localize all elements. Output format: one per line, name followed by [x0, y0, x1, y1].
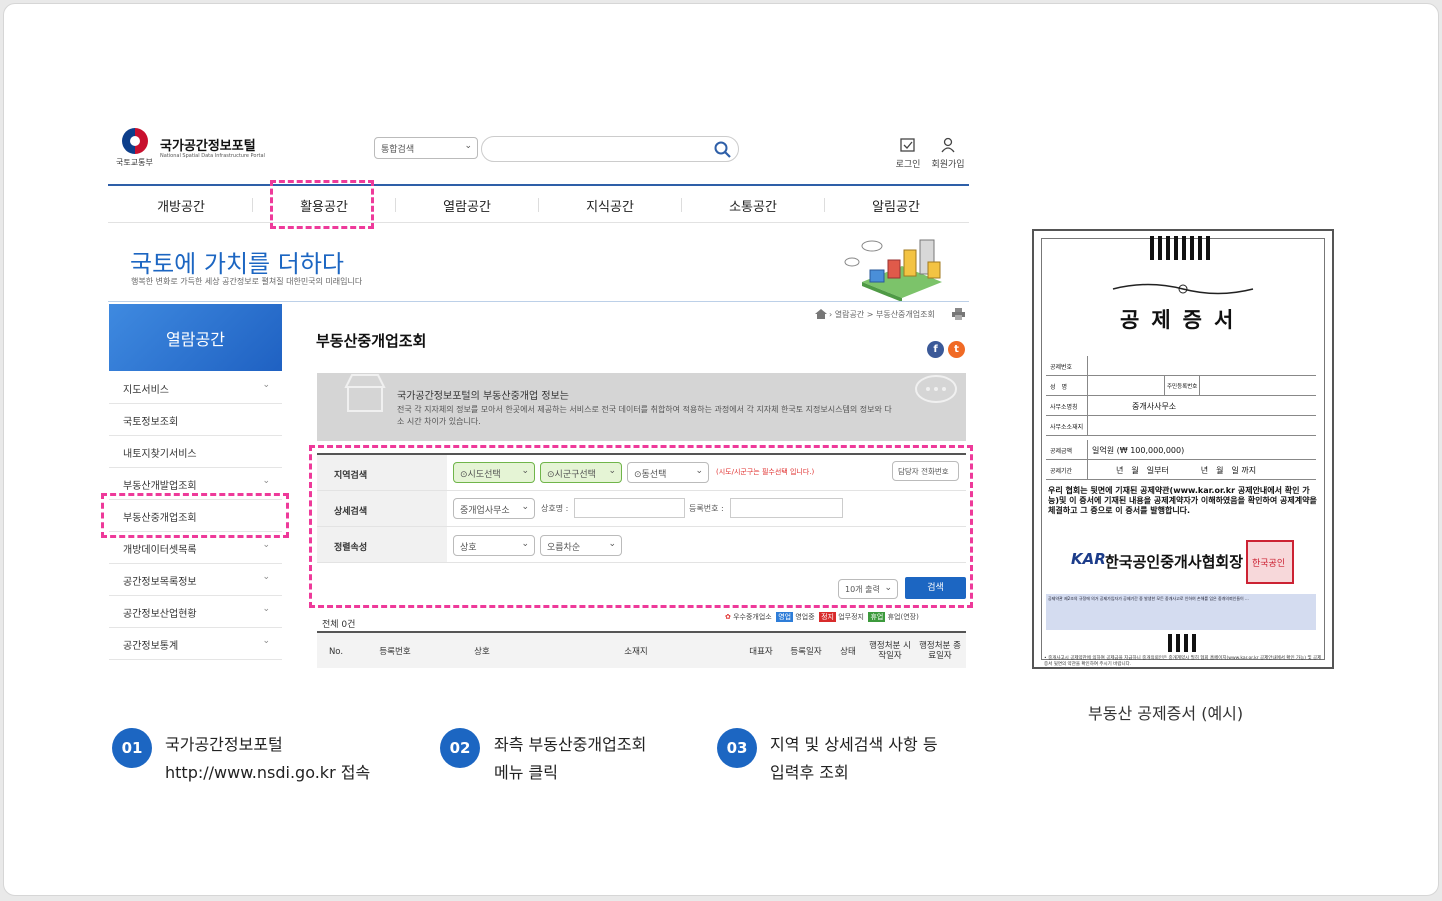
nav-divider	[252, 198, 253, 212]
step-3-text: 지역 및 상세검색 사항 등 입력후 조회	[770, 735, 938, 782]
official-seal-icon: 한국공인	[1246, 540, 1294, 584]
chevron-down-icon: ⌄	[464, 141, 472, 151]
info-title: 국가공간정보포털의 부동산중개업 정보는	[397, 391, 569, 402]
search-input[interactable]	[481, 136, 739, 162]
highlight-search-form	[309, 445, 973, 608]
nav-bottom-border	[108, 222, 969, 223]
sidebar-item-map-service[interactable]: 지도서비스 ⌄	[109, 372, 282, 404]
column-header: 상호	[474, 647, 490, 657]
nav-divider	[824, 198, 825, 212]
nav-item-notice[interactable]: 알림공간	[831, 196, 961, 215]
user-icon[interactable]	[940, 137, 956, 153]
certificate-row: 공제금액 일억원 (₩ 100,000,000)	[1046, 440, 1316, 460]
chevron-down-icon: ⌄	[262, 636, 270, 646]
facebook-share-icon[interactable]: f	[927, 341, 944, 358]
sidebar-title: 열람공간	[109, 304, 282, 371]
banner-divider	[108, 301, 969, 302]
chevron-down-icon: ⌄	[262, 476, 270, 486]
step-2-text: 좌측 부동산중개업조회 메뉴 클릭	[494, 735, 647, 782]
certificate-row: 사무소소재지	[1046, 416, 1316, 436]
search-icon[interactable]	[713, 140, 733, 160]
chat-bubble-icon	[915, 375, 957, 403]
column-header: 행정처분 시작일자	[869, 641, 911, 661]
nav-divider	[538, 198, 539, 212]
home-icon[interactable]	[815, 309, 827, 319]
certificate-caption: 부동산 공제증서 (예시)	[1088, 704, 1244, 723]
chevron-down-icon: ⌄	[262, 540, 270, 550]
certificate-row: 사무소명칭 중개사사무소	[1046, 396, 1316, 416]
step-number-badge: 02	[440, 728, 480, 768]
ornament-icon	[1112, 283, 1254, 295]
banner-subtitle: 행복한 변화로 가득한 세상 공간정보로 펼쳐질 대한민국의 미래입니다	[131, 277, 363, 286]
step-1-text: 국가공간정보포털 http://www.nsdi.go.kr 접속	[165, 735, 371, 782]
page-title: 부동산중개업조회	[316, 332, 427, 350]
barcode-icon	[1150, 236, 1214, 260]
column-header: 대표자	[749, 647, 773, 657]
government-emblem-icon	[122, 128, 148, 154]
login-icon[interactable]	[899, 137, 917, 153]
nav-divider	[395, 198, 396, 212]
highlight-sidebar-brokerage	[101, 493, 289, 538]
column-header: No.	[328, 647, 344, 657]
chevron-down-icon: ⌄	[262, 572, 270, 582]
kar-logo: KAR	[1071, 550, 1106, 568]
signup-link[interactable]: 회원가입	[928, 157, 968, 170]
association-name: 한국공인중개사협회장	[1105, 553, 1244, 571]
certificate-row: 공제기간 년 월 일부터 년 월 일 까지	[1046, 460, 1316, 480]
certificate-row: 공제번호	[1046, 356, 1316, 376]
login-link[interactable]: 로그인	[893, 157, 923, 170]
sidebar-item-find-my-land[interactable]: 내토지찾기서비스	[109, 436, 282, 468]
print-icon[interactable]	[952, 308, 965, 320]
nav-item-knowledge[interactable]: 지식공간	[545, 196, 675, 215]
portal-logo-title[interactable]: 국가공간정보포털	[160, 135, 256, 154]
sidebar-item-statistics[interactable]: 공간정보통계 ⌄	[109, 628, 282, 660]
chevron-down-icon: ⌄	[262, 604, 270, 614]
nav-item-browse[interactable]: 열람공간	[402, 196, 532, 215]
search-scope-select[interactable]: 통합검색 ⌄	[374, 137, 478, 159]
column-header: 등록일자	[790, 647, 822, 657]
column-header: 행정처분 종료일자	[919, 641, 961, 661]
barcode-icon	[1168, 634, 1196, 652]
column-header: 소재지	[624, 647, 648, 657]
nav-divider	[681, 198, 682, 212]
column-header: 등록번호	[379, 647, 411, 657]
certificate-fine-print: 공제약관 제2조의 규정에 의거 공제가입자가 공제기간 중 발생한 모든 중개…	[1046, 594, 1316, 630]
breadcrumb: › 열람공간 > 부동산중개업조회	[829, 310, 935, 319]
nav-item-open[interactable]: 개방공간	[116, 196, 246, 215]
store-icon	[344, 374, 386, 412]
banner-title: 국토에 가치를 더하다	[130, 250, 344, 278]
certificate-body: 우리 협회는 뒷면에 기재된 공제약관(www.kar.or.kr 공제안내에서…	[1048, 486, 1317, 515]
portal-logo-subtitle: National Spatial Data Infrastructure Por…	[160, 153, 265, 159]
ministry-label: 국토교통부	[116, 158, 153, 167]
sidebar-item-industry-status[interactable]: 공간정보산업현황 ⌄	[109, 596, 282, 628]
info-description: 전국 각 지자체의 정보를 모아서 한곳에서 제공하는 서비스로 전국 데이터를…	[397, 405, 892, 426]
highlight-nav-utilize	[270, 180, 374, 229]
step-number-badge: 03	[717, 728, 757, 768]
status-legend: ✿ 우수중개업소 영업 영업중 정지 업무정지 휴업 휴업(연장)	[725, 612, 919, 622]
city-illustration-icon	[844, 239, 942, 302]
certificate-title: 공제증서	[1120, 307, 1246, 332]
sidebar-item-spatial-catalog[interactable]: 공간정보목록정보 ⌄	[109, 564, 282, 596]
certificate-footer: • 중개사고시 공제약관에 의하여 공제금을 지급하니 중개의뢰인은 중개계약시…	[1044, 656, 1322, 667]
step-number-badge: 01	[112, 728, 152, 768]
nav-top-border	[108, 184, 969, 186]
chevron-down-icon: ⌄	[262, 380, 270, 390]
total-count: 전체 0건	[322, 620, 356, 630]
nav-item-communication[interactable]: 소통공간	[688, 196, 818, 215]
sidebar-item-land-info[interactable]: 국토정보조회	[109, 404, 282, 436]
column-header: 상태	[840, 647, 856, 657]
twitter-share-icon[interactable]: t	[948, 341, 965, 358]
excellent-office-icon: ✿	[725, 613, 731, 621]
certificate-row: 성 명 주민등록번호	[1046, 376, 1316, 396]
